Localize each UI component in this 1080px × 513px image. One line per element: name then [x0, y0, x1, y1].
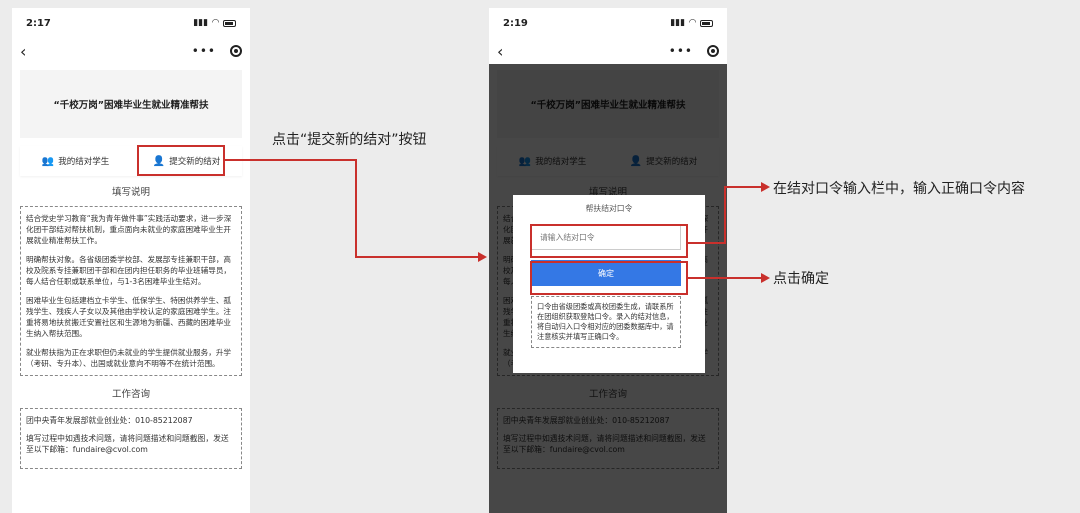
instruction-paragraph: 结合党史学习教育“我为青年做件事”实践活动要求，进一步深化团干部结对帮扶机制，重…	[26, 214, 232, 245]
status-time: 2:19	[503, 17, 528, 29]
status-icons: ▮▮▮ ◠	[193, 18, 236, 28]
wifi-icon: ◠	[689, 18, 696, 28]
status-icons: ▮▮▮ ◠	[670, 18, 713, 28]
arrow-segment	[688, 242, 725, 244]
page-banner: “千校万岗”困难毕业生就业精准帮扶	[20, 70, 242, 138]
annotation-click-confirm: 点击确定	[773, 271, 829, 287]
nav-bar: ‹ •••	[12, 38, 250, 64]
instruction-paragraph: 明确帮扶对象。各省级团委学校部、发展部专挂兼职干部，高校及院系专挂兼职团干部和在…	[26, 255, 232, 286]
consult-heading: 工作咨询	[111, 389, 150, 400]
arrow-segment	[225, 159, 356, 161]
battery-icon	[223, 19, 236, 27]
arrow-segment	[724, 186, 726, 244]
highlight-submit-new-tab	[137, 145, 225, 176]
wifi-icon: ◠	[212, 18, 219, 28]
close-miniprogram-icon[interactable]	[230, 45, 242, 57]
instruction-paragraph: 困难毕业生包括建档立卡学生、低保学生、特困供养学生、孤残学生、残疾人子女以及其他…	[26, 296, 232, 338]
annotation-submit-new: 点击“提交新的结对”按钮	[272, 132, 427, 148]
banner-title: “千校万岗”困难毕业生就业精准帮扶	[53, 100, 209, 111]
consult-note: 填写过程中如遇技术问题，请将问题描述和问题截图，发送至以下邮箱：fundaire…	[26, 433, 229, 455]
instructions-box: 结合党史学习教育“我为青年做件事”实践活动要求，进一步深化团干部结对帮扶机制，重…	[20, 206, 242, 376]
nav-right: •••	[192, 44, 242, 58]
arrow-segment	[355, 256, 479, 258]
arrow-segment	[688, 277, 762, 279]
arrow-head	[761, 273, 770, 283]
users-icon: 👥	[41, 155, 55, 167]
nav-right: •••	[669, 44, 719, 58]
nav-bar: ‹ •••	[489, 38, 727, 64]
more-icon[interactable]: •••	[192, 44, 216, 58]
consult-box: 团中央青年发展部就业创业处：010-85212087 填写过程中如遇技术问题，请…	[20, 408, 242, 470]
status-bar: 2:17 ▮▮▮ ◠	[12, 8, 250, 38]
close-miniprogram-icon[interactable]	[707, 45, 719, 57]
arrow-segment	[355, 159, 357, 257]
more-icon[interactable]: •••	[669, 44, 693, 58]
status-time: 2:17	[26, 17, 51, 29]
instructions-heading: 填写说明	[111, 187, 150, 198]
back-icon[interactable]: ‹	[20, 42, 26, 61]
highlight-confirm-button	[530, 261, 688, 295]
status-bar: 2:19 ▮▮▮ ◠	[489, 8, 727, 38]
arrow-head	[478, 252, 487, 262]
highlight-code-input	[530, 224, 688, 258]
signal-icon: ▮▮▮	[193, 18, 209, 28]
instruction-paragraph: 就业帮扶指为正在求职但仍未就业的学生提供就业服务，升学（考研、专升本）、出国或就…	[26, 348, 232, 368]
modal-title: 帮扶结对口令	[585, 204, 633, 213]
arrow-head	[761, 182, 770, 192]
tab-my-students[interactable]: 👥 我的结对学生	[20, 146, 131, 176]
signal-icon: ▮▮▮	[670, 18, 686, 28]
back-icon[interactable]: ‹	[497, 42, 503, 61]
modal-note: 口令由省级团委或高校团委生成，请联系所在团组织获取登陆口令。录入的结对信息，将自…	[531, 296, 681, 349]
left-phone-screen: 2:17 ▮▮▮ ◠ ‹ ••• “千校万岗”困难毕业生就业精准帮扶 👥 我的结…	[12, 8, 250, 513]
battery-icon	[700, 19, 713, 27]
consult-phone: 团中央青年发展部就业创业处：010-85212087	[26, 416, 193, 425]
tab-my-students-label: 我的结对学生	[58, 157, 110, 167]
annotation-enter-code: 在结对口令输入栏中，输入正确口令内容	[773, 181, 1025, 197]
arrow-segment	[724, 186, 762, 188]
